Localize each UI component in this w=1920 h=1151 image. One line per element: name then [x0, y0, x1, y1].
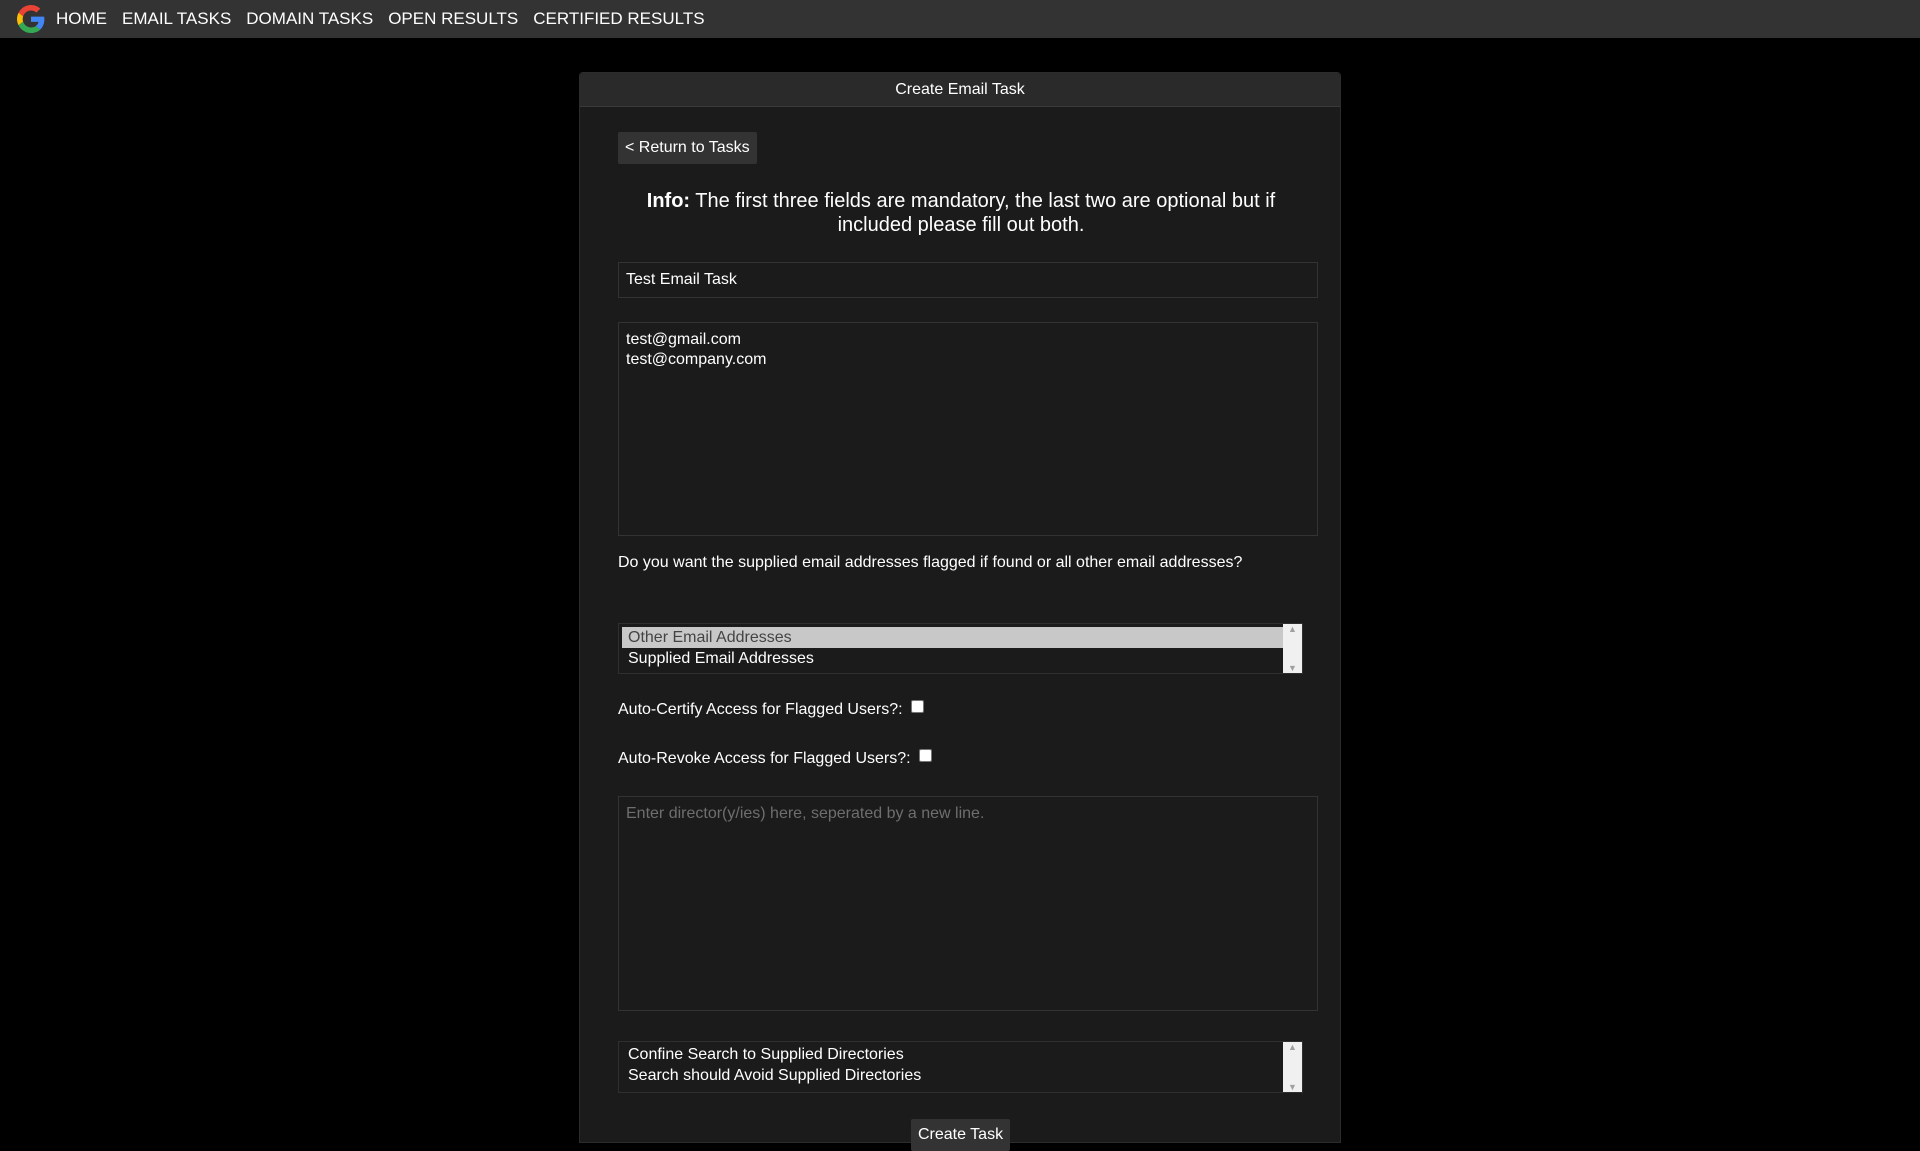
directories-placeholder: Enter director(y/ies) here, seperated by…: [626, 805, 985, 822]
listbox-scrollbar[interactable]: ▲ ▼: [1283, 1042, 1302, 1092]
create-email-task-panel: Create Email Task < Return to Tasks Info…: [579, 72, 1341, 1151]
directory-option-confine[interactable]: Confine Search to Supplied Directories: [622, 1044, 1299, 1065]
nav-home[interactable]: HOME: [56, 9, 107, 29]
directories-textarea[interactable]: Enter director(y/ies) here, seperated by…: [618, 796, 1318, 1011]
auto-certify-row: Auto-Certify Access for Flagged Users?:: [618, 699, 924, 719]
info-label: Info:: [646, 190, 691, 212]
nav-open-results[interactable]: OPEN RESULTS: [388, 9, 518, 29]
nav-certified-results[interactable]: CERTIFIED RESULTS: [533, 9, 704, 29]
google-logo-icon[interactable]: [16, 4, 46, 34]
scroll-down-icon[interactable]: ▼: [1288, 663, 1297, 673]
auto-certify-checkbox[interactable]: [910, 699, 924, 713]
scroll-up-icon[interactable]: ▲: [1288, 624, 1297, 634]
task-name-input[interactable]: [618, 262, 1318, 298]
flag-target-listbox[interactable]: Other Email Addresses Supplied Email Add…: [618, 623, 1303, 674]
directory-option-avoid[interactable]: Search should Avoid Supplied Directories: [622, 1065, 1299, 1086]
auto-revoke-label: Auto-Revoke Access for Flagged Users?:: [618, 750, 911, 767]
top-navbar: HOME EMAIL TASKS DOMAIN TASKS OPEN RESUL…: [0, 0, 1920, 38]
emails-textarea[interactable]: test@gmail.com test@company.com: [618, 322, 1318, 536]
directory-mode-listbox[interactable]: Confine Search to Supplied Directories S…: [618, 1041, 1303, 1093]
auto-revoke-row: Auto-Revoke Access for Flagged Users?:: [618, 748, 932, 768]
create-task-button[interactable]: Create Task: [911, 1119, 1011, 1151]
return-to-tasks-button[interactable]: < Return to Tasks: [618, 132, 757, 164]
auto-revoke-checkbox[interactable]: [918, 748, 932, 762]
info-text: The first three fields are mandatory, th…: [690, 190, 1276, 236]
flag-option-other[interactable]: Other Email Addresses: [622, 627, 1299, 648]
panel-title: Create Email Task: [580, 73, 1340, 107]
auto-certify-label: Auto-Certify Access for Flagged Users?:: [618, 701, 903, 718]
nav-email-tasks[interactable]: EMAIL TASKS: [122, 9, 231, 29]
nav-domain-tasks[interactable]: DOMAIN TASKS: [246, 9, 373, 29]
scroll-down-icon[interactable]: ▼: [1288, 1082, 1297, 1092]
info-message: Info: The first three fields are mandato…: [618, 189, 1304, 237]
flag-option-supplied[interactable]: Supplied Email Addresses: [622, 648, 1299, 669]
scroll-up-icon[interactable]: ▲: [1288, 1042, 1297, 1052]
flag-question-label: Do you want the supplied email addresses…: [618, 554, 1243, 571]
listbox-scrollbar[interactable]: ▲ ▼: [1283, 624, 1302, 673]
